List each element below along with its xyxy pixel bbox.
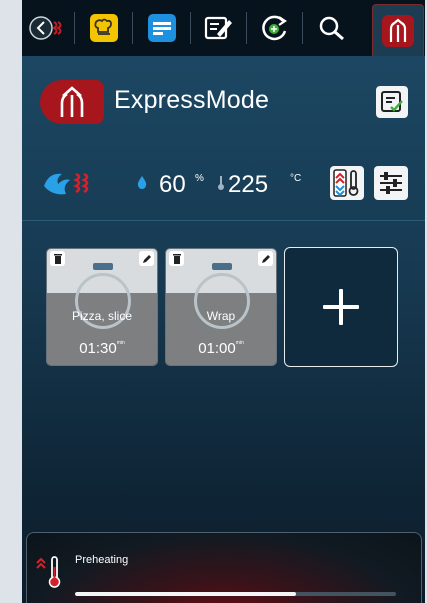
delete-button[interactable] xyxy=(50,251,65,266)
program-tile[interactable]: Pizza, slice 01:30min xyxy=(46,248,158,366)
temperature-value: 225 xyxy=(228,171,269,198)
program-time: 01:00min xyxy=(198,340,244,357)
timer-icon-crown xyxy=(93,263,113,270)
timer-icon-crown xyxy=(212,263,232,270)
add-program-button[interactable] xyxy=(284,247,398,367)
settings-sliders-button[interactable] xyxy=(374,166,408,200)
preheat-progress-bar xyxy=(75,592,396,596)
expressmode-logo xyxy=(40,80,104,124)
edit-button[interactable] xyxy=(139,251,154,266)
tab-cooking-modes[interactable] xyxy=(84,0,124,56)
pencil-icon xyxy=(261,254,270,263)
plus-icon xyxy=(339,289,343,325)
checklist-icon xyxy=(381,91,403,112)
progress-fill xyxy=(75,592,297,596)
sliders-icon xyxy=(380,172,402,194)
brand-logo-icon xyxy=(382,14,414,47)
temperature-small-icon xyxy=(217,176,225,190)
back-chevron-icon xyxy=(29,16,62,40)
search-button[interactable] xyxy=(312,0,352,56)
program-tile[interactable]: Wrap 01:00min xyxy=(165,248,277,366)
edit-button[interactable] xyxy=(258,251,273,266)
back-button[interactable] xyxy=(28,0,68,56)
program-time: 01:30min xyxy=(79,340,125,357)
top-navigation-bar xyxy=(22,0,425,56)
temperature-unit: °C xyxy=(290,173,302,184)
humidity-unit: % xyxy=(195,173,204,184)
cleaning-icon xyxy=(262,15,287,41)
status-label: Preheating xyxy=(75,554,129,566)
section-divider xyxy=(22,220,425,221)
program-list-icon xyxy=(148,14,176,42)
oven-screen: ExpressMode 60 % 225 °C Pizza, slice 01:… xyxy=(22,0,425,603)
pencil-icon xyxy=(142,254,151,263)
chef-hat-icon xyxy=(90,14,118,42)
thermometer-arrows-icon xyxy=(333,169,359,197)
humidity-drop-icon xyxy=(137,176,147,190)
humidity-value: 60 xyxy=(159,171,186,198)
brand-logo-icon xyxy=(60,86,84,117)
tab-cleaning[interactable] xyxy=(254,0,294,56)
preheating-status-panel[interactable]: Preheating xyxy=(26,532,422,603)
trash-icon xyxy=(53,254,62,264)
page-title: ExpressMode xyxy=(114,86,270,114)
checklist-button[interactable] xyxy=(376,86,408,118)
steam-heat-icon xyxy=(40,168,100,198)
climate-adjust-button[interactable] xyxy=(330,166,364,200)
tab-programs[interactable] xyxy=(142,0,182,56)
trash-icon xyxy=(172,254,181,264)
program-name: Pizza, slice xyxy=(71,309,133,323)
tab-expressmode[interactable] xyxy=(372,4,424,56)
search-icon xyxy=(319,16,344,41)
delete-button[interactable] xyxy=(169,251,184,266)
heating-thermometer-icon xyxy=(35,553,65,589)
tab-edit[interactable] xyxy=(198,0,238,56)
edit-note-icon xyxy=(204,16,232,40)
program-name: Wrap xyxy=(206,309,236,323)
